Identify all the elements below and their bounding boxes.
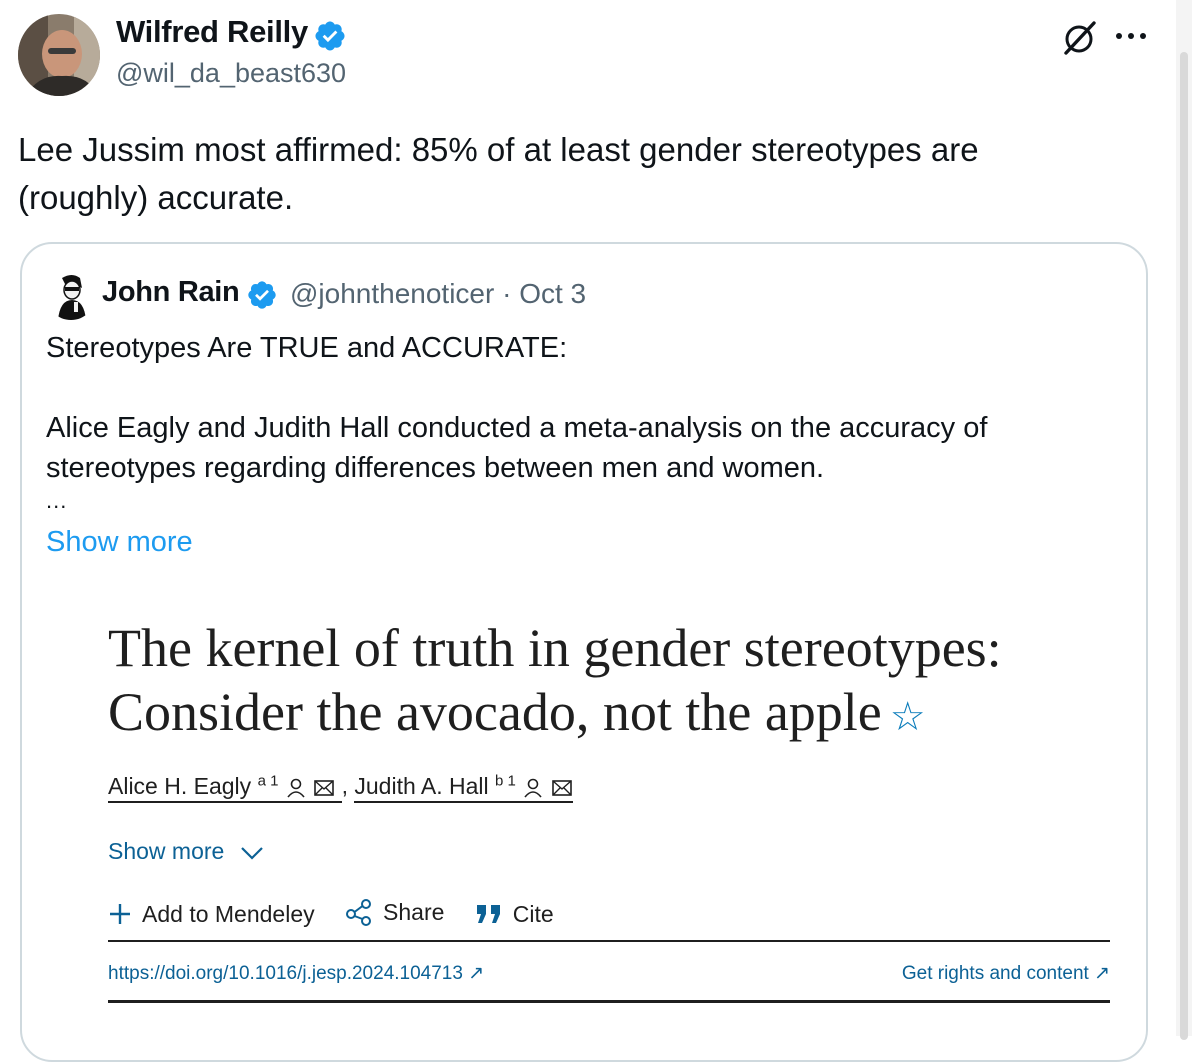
person-icon: [287, 778, 305, 798]
grok-icon[interactable]: [1062, 20, 1098, 56]
cite-action: Cite: [475, 901, 554, 928]
article-title: The kernel of truth in gender stereotype…: [108, 616, 1108, 749]
tweet-text-line: (roughly) accurate.: [18, 179, 294, 216]
quoted-text-line: stereotypes regarding differences betwee…: [46, 452, 825, 484]
quoted-text-line: Alice Eagly and Judith Hall conducted a …: [46, 412, 988, 444]
more-options-icon[interactable]: [1114, 31, 1148, 41]
article-authors: Alice H. Eagly a 1 , Judith A. Hall b 1: [108, 772, 573, 803]
scrollbar-thumb[interactable]: [1180, 52, 1188, 1040]
article-show-more: Show more: [108, 838, 265, 865]
plus-icon: [110, 904, 130, 924]
doi-link: https://doi.org/10.1016/j.jesp.2024.1047…: [108, 963, 485, 984]
divider: [108, 1000, 1110, 1003]
tweet-text-line: Lee Jussim most affirmed: 85% of at leas…: [18, 131, 979, 168]
quoted-author-name[interactable]: John Rain: [102, 276, 240, 309]
verified-badge-icon: [248, 281, 276, 309]
person-icon: [524, 778, 542, 798]
tweet-text: Lee Jussim most affirmed: 85% of at leas…: [18, 126, 1138, 222]
article-title-line: The kernel of truth in gender stereotype…: [108, 618, 1002, 678]
chevron-down-icon: [240, 847, 263, 860]
scrollbar[interactable]: [1176, 0, 1192, 1040]
verified-badge-icon: [315, 21, 345, 51]
author-handle[interactable]: @wil_da_beast630: [116, 58, 346, 89]
show-more-link[interactable]: Show more: [46, 526, 193, 559]
quoted-handle-date[interactable]: @johnthenoticer · Oct 3: [290, 278, 586, 310]
rights-link: Get rights and content ↗: [901, 963, 1110, 984]
quote-icon: [476, 905, 500, 923]
envelope-icon: [314, 779, 335, 796]
quoted-text: Stereotypes Are TRUE and ACCURATE: Alice…: [46, 328, 1106, 488]
quoted-text-line: Stereotypes Are TRUE and ACCURATE:: [46, 332, 568, 364]
author-link: Judith A. Hall b 1: [354, 772, 573, 803]
star-icon: ☆: [889, 694, 926, 739]
add-to-mendeley: Add to Mendeley: [108, 901, 315, 928]
share-action: Share: [345, 898, 444, 926]
truncation-ellipsis: ...: [46, 488, 68, 513]
article-title-line: Consider the avocado, not the apple ☆: [108, 680, 1108, 749]
quoted-avatar[interactable]: [46, 270, 96, 320]
share-icon: [346, 899, 372, 926]
article-actions: Add to Mendeley Share Cite: [108, 898, 578, 932]
quoted-tweet[interactable]: John Rain @johnthenoticer · Oct 3 Stereo…: [20, 242, 1148, 1062]
avatar[interactable]: [18, 14, 100, 96]
author-link: Alice H. Eagly a 1: [108, 772, 342, 803]
envelope-icon: [551, 779, 572, 796]
divider: [108, 940, 1110, 942]
author-name[interactable]: Wilfred Reilly: [116, 14, 308, 50]
